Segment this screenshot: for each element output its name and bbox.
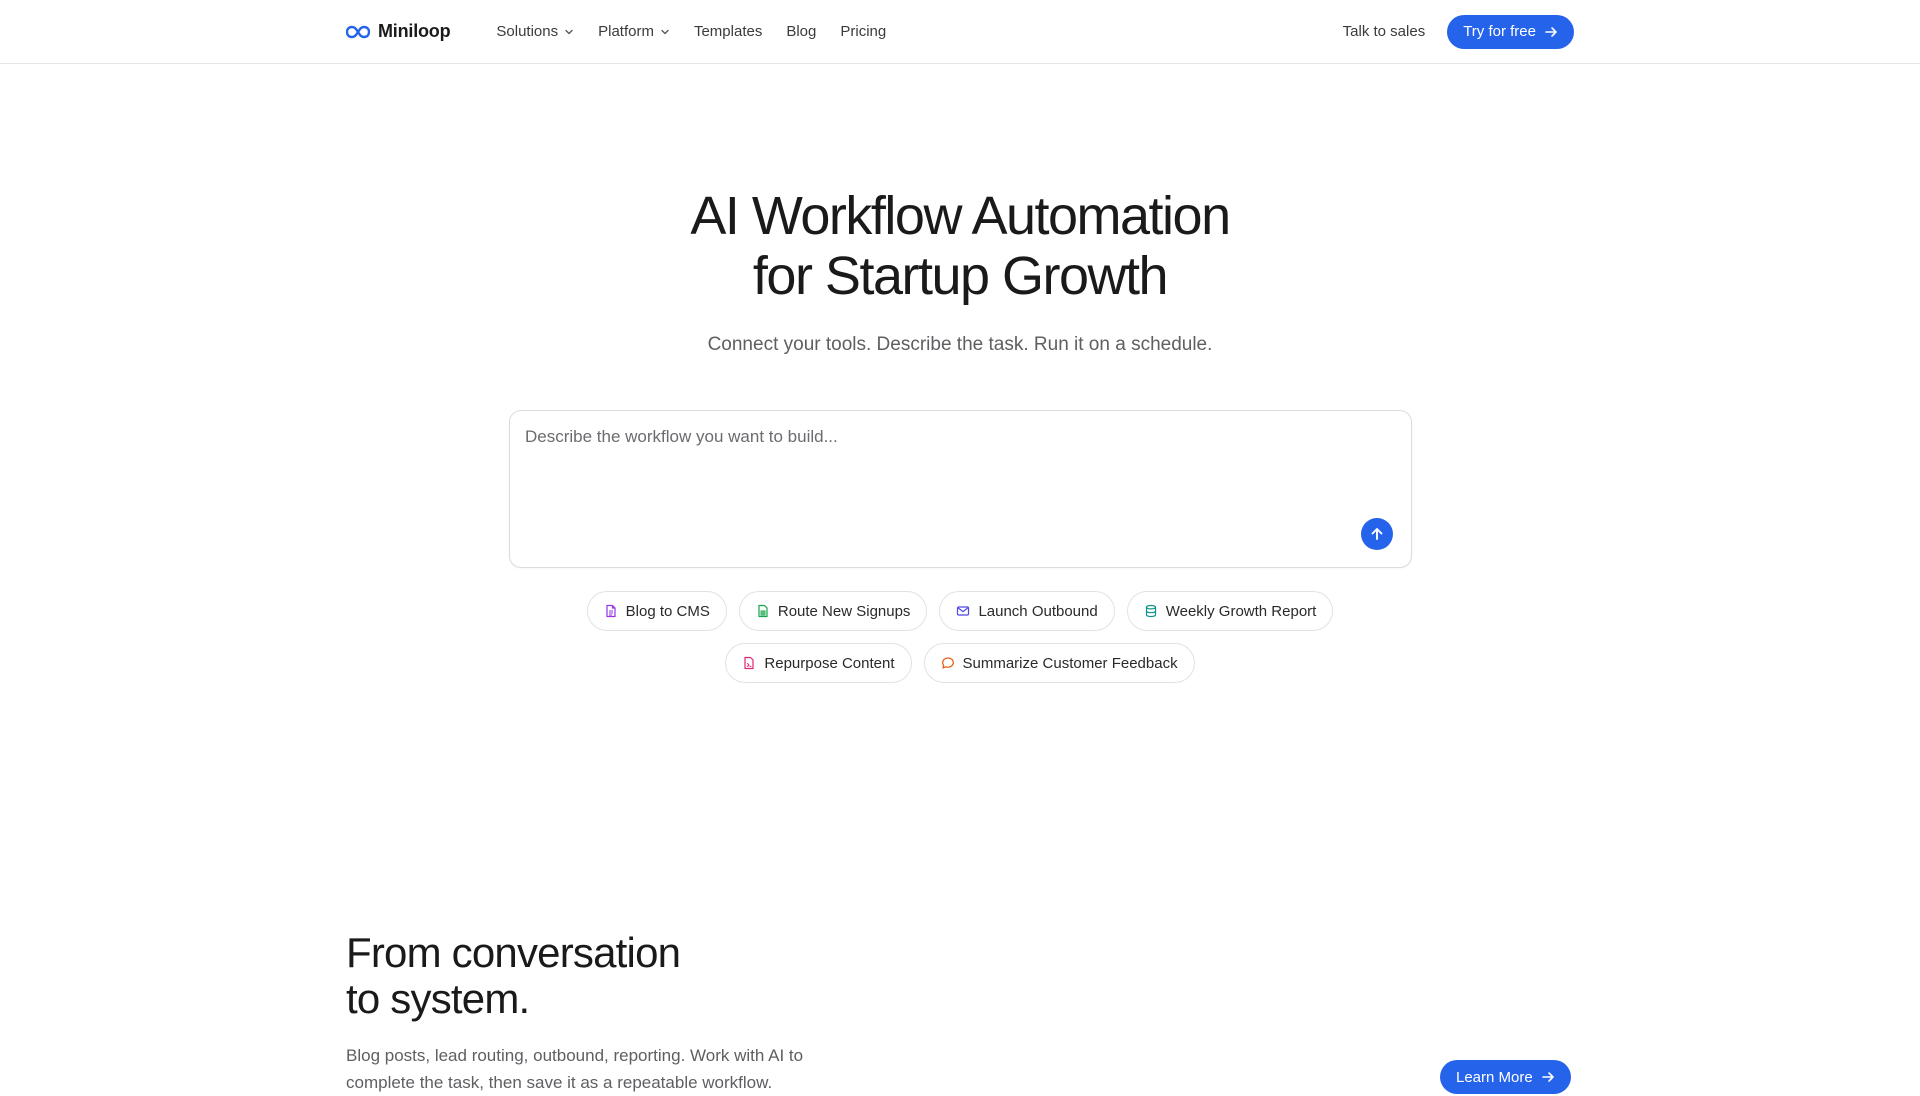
arrow-right-icon [1541, 1072, 1554, 1082]
hero-title-line-1: AI Workflow Automation [690, 186, 1231, 246]
nav-link-label: Pricing [840, 23, 887, 40]
hero-subtitle: Connect your tools. Describe the task. R… [707, 334, 1213, 355]
chip-row-2: Repurpose Content Summarize Customer Fee… [0, 643, 1920, 683]
file-icon [744, 656, 755, 670]
section-title-line-1: From conversation [346, 929, 681, 976]
section-title-line-2: to system. [346, 975, 530, 1022]
arrow-right-icon [1545, 26, 1557, 37]
nav-container: Miniloop Solutions Platform Templates Bl… [346, 0, 1574, 63]
talk-to-sales-link[interactable]: Talk to sales [1343, 23, 1426, 40]
infinity-logo-icon [346, 25, 370, 38]
chip-label: Launch Outbound [978, 602, 1098, 620]
chip-label: Repurpose Content [764, 654, 895, 672]
chip-launch-outbound[interactable]: Launch Outbound [939, 591, 1115, 631]
nav-links: Solutions Platform Templates Blog Pricin… [484, 14, 898, 50]
chip-repurpose-content[interactable]: Repurpose Content [725, 643, 912, 683]
section-body: Blog posts, lead routing, outbound, repo… [346, 1046, 804, 1092]
nav-link-label: Solutions [496, 23, 559, 40]
learn-more-label: Learn More [1456, 1068, 1533, 1086]
database-icon [1145, 604, 1156, 618]
chip-label: Route New Signups [777, 602, 911, 620]
nav-link-label: Blog [786, 23, 817, 40]
mail-icon [957, 606, 970, 616]
brand-logo-link[interactable]: Miniloop [346, 21, 451, 42]
nav-link-pricing[interactable]: Pricing [828, 14, 898, 50]
nav-link-blog[interactable]: Blog [774, 14, 828, 50]
arrow-up-icon [1371, 528, 1383, 540]
nav-link-platform[interactable]: Platform [586, 14, 682, 50]
top-nav: Miniloop Solutions Platform Templates Bl… [0, 0, 1920, 64]
template-chips: Blog to CMS Route New Signups Launch Out… [0, 591, 1920, 695]
chat-bubble-icon [941, 657, 954, 669]
hero-title: AI Workflow Automation for Startup Growt… [0, 186, 1920, 306]
workflow-prompt-box [509, 410, 1412, 568]
submit-prompt-button[interactable] [1361, 518, 1393, 550]
nav-link-templates[interactable]: Templates [682, 14, 774, 50]
chip-blog-to-cms[interactable]: Blog to CMS [586, 591, 727, 631]
section-title: From conversation to system. [346, 929, 681, 1022]
nav-link-label: Platform [598, 23, 654, 40]
workflow-prompt-input[interactable] [525, 427, 1385, 517]
document-icon [606, 604, 616, 618]
nav-link-solutions[interactable]: Solutions [484, 14, 586, 50]
nav-link-label: Templates [693, 23, 763, 40]
chip-label: Summarize Customer Feedback [962, 654, 1178, 672]
chevron-down-icon [565, 29, 573, 34]
try-for-free-label: Try for free [1463, 23, 1536, 40]
hero-title-line-2: for Startup Growth [752, 246, 1169, 306]
chevron-down-icon [661, 29, 669, 34]
chip-label: Weekly Growth Report [1165, 602, 1317, 620]
learn-more-button[interactable]: Learn More [1440, 1060, 1571, 1094]
chip-label: Blog to CMS [625, 602, 710, 620]
chip-weekly-growth-report[interactable]: Weekly Growth Report [1126, 591, 1334, 631]
sheet-icon [758, 604, 768, 618]
nav-actions: Talk to sales Try for free [1343, 14, 1574, 49]
brand-name: Miniloop [378, 21, 451, 41]
chip-row-1: Blog to CMS Route New Signups Launch Out… [0, 591, 1920, 631]
chip-summarize-customer-feedback[interactable]: Summarize Customer Feedback [923, 643, 1195, 683]
try-for-free-button[interactable]: Try for free [1447, 14, 1574, 49]
chip-route-new-signups[interactable]: Route New Signups [738, 591, 928, 631]
